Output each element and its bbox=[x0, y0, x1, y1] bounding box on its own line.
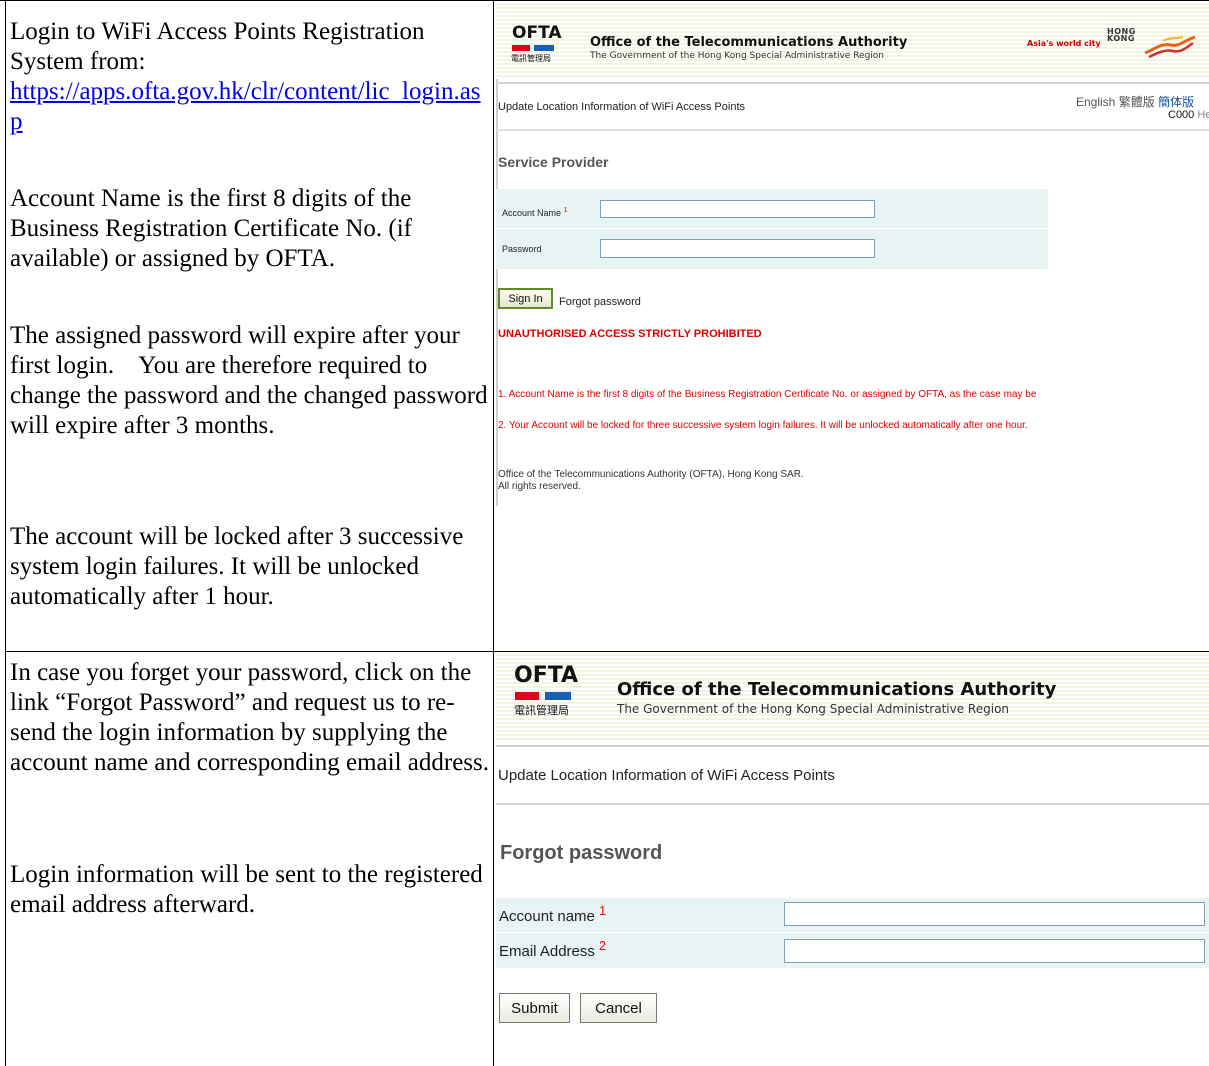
instruction-login-text: Login to WiFi Access Points Registration… bbox=[10, 18, 425, 75]
table-left-border bbox=[5, 0, 6, 1066]
instruction-login-location: Login to WiFi Access Points Registration… bbox=[10, 17, 490, 137]
org-subtitle-2: The Government of the Hong Kong Special … bbox=[617, 702, 1010, 716]
footer-org: Office of the Telecommunications Authori… bbox=[498, 469, 804, 480]
submit-button[interactable]: Submit bbox=[499, 993, 570, 1023]
logo-bars bbox=[512, 45, 554, 51]
forgot-section-title: Forgot password bbox=[500, 842, 663, 864]
instruction-account-lock: The account will be locked after 3 succe… bbox=[10, 523, 464, 610]
org-subtitle: The Government of the Hong Kong Special … bbox=[590, 51, 885, 61]
lang-simplified-link[interactable]: 簡体版 bbox=[1158, 95, 1194, 109]
sign-in-button[interactable]: Sign In bbox=[498, 288, 553, 309]
header-separator bbox=[496, 82, 1209, 84]
org-title-2: Office of the Telecommunications Authori… bbox=[617, 679, 1057, 700]
unauthorised-warning: UNAUTHORISED ACCESS STRICTLY PROHIBITED bbox=[498, 328, 762, 340]
ofta-logo-2: OFTA bbox=[514, 663, 579, 688]
site-header-2: OFTA 電訊管理局 Office of the Telecommunicati… bbox=[496, 652, 1209, 740]
table-column-divider bbox=[493, 0, 494, 1066]
instruction-password-expiry: The assigned password will expire after … bbox=[10, 322, 488, 439]
login-url-link[interactable]: https://apps.ofta.gov.hk/clr/content/lic… bbox=[10, 78, 481, 135]
logo-bars-2 bbox=[515, 692, 571, 700]
page-code: C000 bbox=[1168, 109, 1195, 121]
page-subtitle-2: Update Location Information of WiFi Acce… bbox=[498, 767, 835, 784]
brand-hongkong-text: HONG KONG bbox=[1107, 27, 1136, 43]
dragon-logo-icon bbox=[1144, 35, 1196, 59]
ofta-chinese-name: 電訊管理局 bbox=[511, 54, 551, 63]
forgot-password-link[interactable]: Forgot password bbox=[559, 296, 641, 308]
ofta-chinese-name-2: 電訊管理局 bbox=[514, 704, 569, 717]
login-screenshot: OFTA 電訊管理局 Office of the Telecommunicati… bbox=[496, 1, 1209, 651]
org-title: Office of the Telecommunications Authori… bbox=[590, 35, 908, 50]
page-code-help: C000 Help bbox=[1168, 109, 1209, 121]
lang-english-link[interactable]: English bbox=[1076, 95, 1115, 109]
lang-traditional-link[interactable]: 繁體版 bbox=[1119, 95, 1155, 109]
ofta-logo: OFTA bbox=[512, 23, 562, 43]
account-name-label: Account Name 1 bbox=[502, 205, 568, 218]
section-title: Service Provider bbox=[498, 154, 609, 170]
email-address-label: Email Address 2 bbox=[499, 939, 606, 960]
language-switcher: English 繁體版 簡体版 bbox=[1076, 93, 1194, 110]
account-name-input[interactable] bbox=[600, 200, 875, 218]
instruction-forgot-password: In case you forget your password, click … bbox=[10, 659, 489, 776]
email-address-input[interactable] bbox=[784, 939, 1205, 963]
help-link[interactable]: Help bbox=[1197, 109, 1209, 121]
note-account-lock: 2. Your Account will be locked for three… bbox=[498, 420, 1028, 431]
site-footer: Office of the Telecommunications Authori… bbox=[498, 469, 804, 493]
cancel-button[interactable]: Cancel bbox=[580, 993, 657, 1023]
forgot-account-label: Account name 1 bbox=[499, 904, 607, 925]
password-input[interactable] bbox=[600, 239, 875, 258]
instruction-account-name: Account Name is the first 8 digits of th… bbox=[10, 185, 413, 272]
password-label: Password bbox=[502, 244, 542, 254]
forgot-password-screenshot: OFTA 電訊管理局 Office of the Telecommunicati… bbox=[496, 652, 1209, 1066]
site-header: OFTA 電訊管理局 Office of the Telecommunicati… bbox=[496, 1, 1209, 79]
header-separator-2 bbox=[496, 745, 1209, 747]
brand-slogan: Asia's world city bbox=[1027, 39, 1101, 48]
subtitle-separator-2 bbox=[496, 803, 1209, 805]
page-subtitle: Update Location Information of WiFi Acce… bbox=[498, 101, 746, 113]
subtitle-separator bbox=[496, 129, 1209, 131]
forgot-account-input[interactable] bbox=[784, 902, 1205, 926]
footer-rights: All rights reserved. bbox=[498, 481, 581, 492]
instruction-login-info-email: Login information will be sent to the re… bbox=[10, 861, 483, 918]
note-account-name: 1. Account Name is the first 8 digits of… bbox=[498, 389, 1037, 400]
